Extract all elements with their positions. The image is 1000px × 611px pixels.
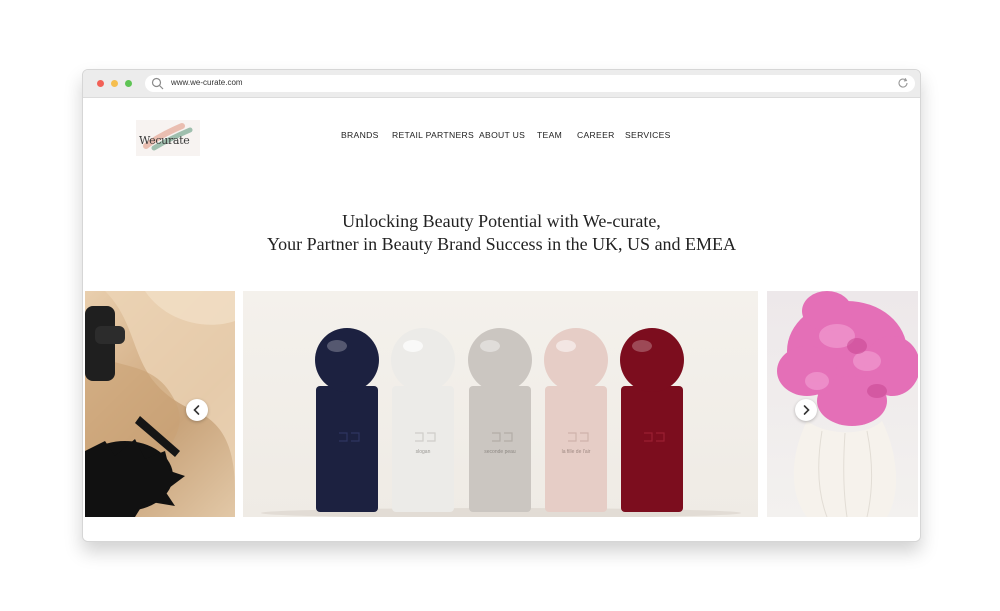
address-text[interactable]: www.we-curate.com <box>171 78 243 87</box>
address-bar[interactable]: www.we-curate.com <box>145 75 915 92</box>
browser-toolbar: www.we-curate.com <box>83 70 920 98</box>
page-content: Wecurate BRANDS RETAIL PARTNERS ABOUT US… <box>83 98 920 541</box>
browser-window: www.we-curate.com Wecurate BRANDS RETAIL… <box>82 69 921 542</box>
nav-career[interactable]: CAREER <box>577 130 615 140</box>
nav-brands[interactable]: BRANDS <box>341 130 379 140</box>
perfume-bottles-image: slogan seconde peau la fille de l'air <box>261 328 741 517</box>
minimize-window-button[interactable] <box>111 80 118 87</box>
search-icon <box>151 77 164 90</box>
hero-line-1: Unlocking Beauty Potential with We-curat… <box>342 211 661 231</box>
reload-icon[interactable] <box>897 77 909 89</box>
bottle-label-slogan: slogan <box>416 449 431 455</box>
chevron-left-icon <box>193 405 200 415</box>
chevron-right-icon <box>803 405 810 415</box>
logo-text: Wecurate <box>139 134 190 147</box>
carousel-prev-button[interactable] <box>186 399 208 421</box>
carousel-slide-next[interactable] <box>767 291 918 517</box>
nav-about-us[interactable]: ABOUT US <box>479 130 525 140</box>
bottle-label-seconde-peau: seconde peau <box>484 449 516 455</box>
hero-line-2: Your Partner in Beauty Brand Success in … <box>266 234 737 254</box>
carousel-slide-current[interactable]: slogan seconde peau la fille de l'air <box>243 291 758 517</box>
silk-fabric-image <box>85 291 235 517</box>
bottle-label-la-fille-de-lair: la fille de l'air <box>562 449 591 455</box>
peony-vase-image <box>777 291 918 517</box>
hero-headline: Unlocking Beauty Potential with We-curat… <box>83 210 920 256</box>
nav-retail-partners[interactable]: RETAIL PARTNERS <box>392 130 474 140</box>
close-window-button[interactable] <box>97 80 104 87</box>
maximize-window-button[interactable] <box>125 80 132 87</box>
carousel-slide-prev[interactable] <box>85 291 235 517</box>
carousel-next-button[interactable] <box>795 399 817 421</box>
nav-services[interactable]: SERVICES <box>625 130 671 140</box>
site-logo[interactable]: Wecurate <box>136 120 200 156</box>
nav-team[interactable]: TEAM <box>537 130 562 140</box>
